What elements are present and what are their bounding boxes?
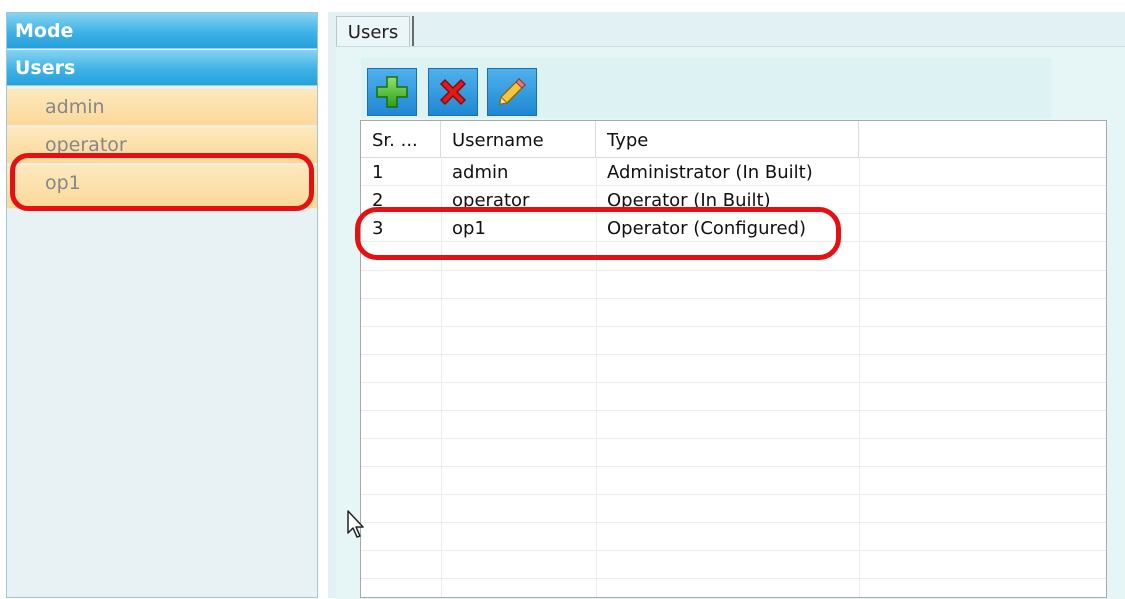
empty-row-line [361,550,1106,551]
table-row[interactable]: 2 operator Operator (In Built) [361,186,1106,214]
sidebar: Mode Users admin operator op1 [6,12,318,598]
cell-sr: 2 [372,190,384,211]
add-user-button[interactable] [367,68,417,116]
sidebar-item-admin[interactable]: admin [7,89,317,126]
cell-type: Operator (In Built) [607,190,771,211]
tab-users[interactable]: Users [336,16,410,50]
empty-row-line [361,326,1106,327]
empty-row-line [361,522,1106,523]
table-row[interactable]: 1 admin Administrator (In Built) [361,158,1106,186]
empty-row-line [361,410,1106,411]
cell-type: Administrator (In Built) [607,162,813,183]
mouse-cursor-icon [347,510,364,538]
empty-row-line [361,270,1106,271]
delete-user-icon [439,78,467,106]
empty-row-line [361,438,1106,439]
empty-row-line [361,382,1106,383]
empty-row-line [361,354,1106,355]
column-header-type[interactable]: Type [596,121,859,157]
cell-type: Operator (Configured) [607,218,807,239]
empty-row-line [361,466,1106,467]
empty-row-line [361,298,1106,299]
cell-sr: 3 [372,218,384,239]
table-row[interactable]: 3 op1 Operator (Configured) [361,214,1106,242]
tab-divider [412,16,414,46]
sidebar-item-op1[interactable]: op1 [7,165,317,209]
cell-sr: 1 [372,162,384,183]
add-user-icon [376,76,408,108]
sidebar-header-users[interactable]: Users [7,50,317,86]
edit-user-button[interactable] [487,68,537,116]
empty-row-line [361,578,1106,579]
table-header: Sr. ... Username Type [361,121,1106,158]
cell-username: admin [452,162,509,183]
column-header-sr[interactable]: Sr. ... [361,121,441,157]
delete-user-button[interactable] [428,68,478,116]
edit-user-icon [499,77,527,105]
column-header-username[interactable]: Username [441,121,596,157]
column-header-filler [859,121,1106,157]
cell-username: operator [452,190,530,211]
cell-username: op1 [452,218,486,239]
sidebar-item-operator[interactable]: operator [7,127,317,164]
sidebar-header-mode[interactable]: Mode [7,13,317,49]
users-table: Sr. ... Username Type 1 admin Administra… [360,120,1107,598]
empty-row-line [361,494,1106,495]
